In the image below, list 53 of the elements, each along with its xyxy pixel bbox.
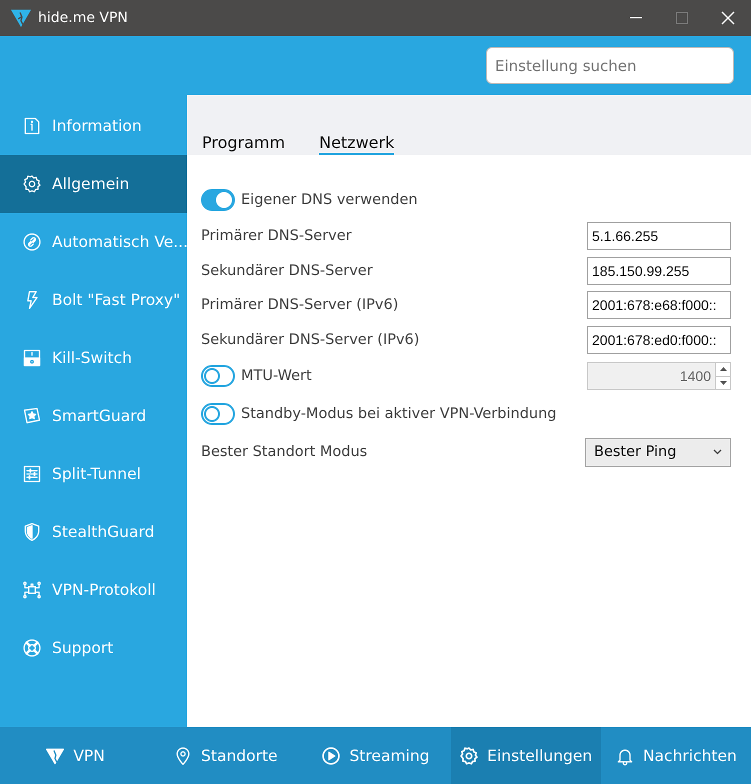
caret-icon: [713, 449, 722, 455]
input-field[interactable]: 185.150.99.255: [587, 256, 731, 285]
input-field[interactable]: 2001:678:e68:f000::: [587, 291, 731, 320]
setting-label: Primärer DNS-Server: [201, 228, 352, 244]
switch-icon: [22, 348, 42, 368]
app-logo-icon: [10, 7, 32, 29]
sidebar-item[interactable]: Kill-Switch: [0, 329, 187, 387]
window-title: hide.me VPN: [38, 10, 129, 26]
play-icon: [321, 746, 342, 766]
link-icon: [22, 232, 42, 252]
sidebar-item[interactable]: Bolt "Fast Proxy": [0, 271, 187, 329]
toggle-switch[interactable]: [201, 189, 235, 211]
shield-logo-icon: [45, 746, 66, 766]
network-icon: [22, 580, 42, 600]
tab[interactable]: Programm: [202, 133, 286, 155]
input-field[interactable]: 5.1.66.255: [587, 222, 731, 250]
settings-icon: [22, 174, 42, 194]
input-field[interactable]: 2001:678:ed0:f000::: [587, 326, 731, 354]
sidebar-item[interactable]: Support: [0, 619, 187, 677]
setting-label: Eigener DNS verwenden: [241, 192, 418, 208]
nav-tab[interactable]: VPN: [0, 727, 150, 784]
sidebar-item[interactable]: Split-Tunnel: [0, 445, 187, 503]
minimize-icon: [630, 17, 642, 19]
tab[interactable]: Netzwerk: [319, 133, 394, 155]
dropdown[interactable]: Bester Ping: [585, 438, 731, 466]
nav-tab[interactable]: Streaming: [300, 727, 451, 784]
sidebar-item[interactable]: Information: [0, 97, 187, 155]
setting-label: MTU-Wert: [241, 368, 312, 384]
setting-label: Primärer DNS-Server (IPv6): [201, 297, 398, 314]
setting-label: Sekundärer DNS-Server: [201, 262, 373, 279]
maximize-icon: [676, 12, 688, 24]
search-field[interactable]: Einstellung suchen: [486, 47, 734, 84]
star-card-icon: [22, 406, 42, 426]
sidebar-item[interactable]: SmartGuard: [0, 387, 187, 445]
nav-tab[interactable]: Nachrichten: [600, 727, 751, 784]
setting-label: Bester Standort Modus: [201, 444, 368, 460]
nav-tab[interactable]: Einstellungen: [450, 727, 601, 784]
settings-icon: [459, 746, 480, 766]
down-arrow-icon: [720, 380, 726, 385]
sliders-icon: [22, 464, 42, 484]
toggle-switch[interactable]: [201, 403, 235, 425]
setting-label: Sekundärer DNS-Server (IPv6): [201, 332, 420, 348]
shield-icon: [22, 522, 42, 542]
up-arrow-icon: [720, 367, 726, 372]
info-icon: [22, 116, 42, 136]
sidebar-item[interactable]: VPN-Protokoll: [0, 561, 187, 619]
sidebar-item[interactable]: Allgemein: [0, 155, 187, 213]
sidebar-item[interactable]: StealthGuard: [0, 503, 187, 561]
setting-label: Standby-Modus bei aktiver VPN-Verbindung: [241, 406, 556, 422]
close-icon: [721, 11, 735, 25]
lifebuoy-icon: [22, 638, 42, 658]
nav-tab[interactable]: Standorte: [150, 727, 300, 784]
sidebar-item[interactable]: Automatisch Ve...: [0, 213, 187, 271]
